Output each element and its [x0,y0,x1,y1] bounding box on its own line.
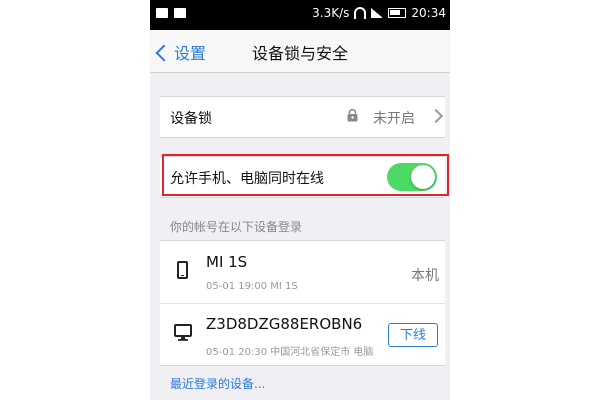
chevron-right-icon [428,108,444,124]
device-lock-row[interactable]: 设备锁 未开启 [160,96,445,138]
current-device-tag: 本机 [411,268,439,284]
status-right: 3.3K/s 20:34 [312,6,446,20]
device-detail: 05-01 20:30 中国河北省保定市 电脑 [206,347,374,358]
network-speed: 3.3K/s [312,6,350,20]
computer-icon [174,324,192,341]
clock: 20:34 [411,6,446,20]
signal-icon [371,8,384,18]
notification-icon [156,8,168,18]
list-item: Z3D8DZG88EROBN6 05-01 20:30 中国河北省保定市 电脑 … [160,303,445,365]
device-lock-status: 未开启 [373,111,415,127]
device-detail: 05-01 19:00 MI 1S [206,281,298,292]
battery-icon [388,8,407,18]
status-bar: 3.3K/s 20:34 [150,0,450,30]
lock-icon [347,109,358,122]
list-item: MI 1S 05-01 19:00 MI 1S 本机 [160,241,445,304]
wifi-icon [354,7,367,19]
device-name: MI 1S [206,253,248,271]
device-lock-label: 设备锁 [170,111,212,127]
offline-button[interactable]: 下线 [388,323,438,347]
device-list: MI 1S 05-01 19:00 MI 1S 本机 Z3D8DZG88EROB… [160,240,445,366]
phone-screen: 3.3K/s 20:34 设置 设备锁与安全 设备锁 未开启 允许手机、电脑同时… [150,0,450,400]
image-icon [174,8,186,18]
recent-devices-link[interactable]: 最近登录的设备... [170,375,265,392]
nav-bar: 设置 设备锁与安全 [150,30,450,73]
notification-icons [156,8,186,18]
highlight-box [162,154,449,196]
devices-section-header: 你的帐号在以下设备登录 [170,220,303,234]
device-name: Z3D8DZG88EROBN6 [206,315,363,333]
phone-icon [177,261,188,279]
page-title: 设备锁与安全 [251,44,348,63]
